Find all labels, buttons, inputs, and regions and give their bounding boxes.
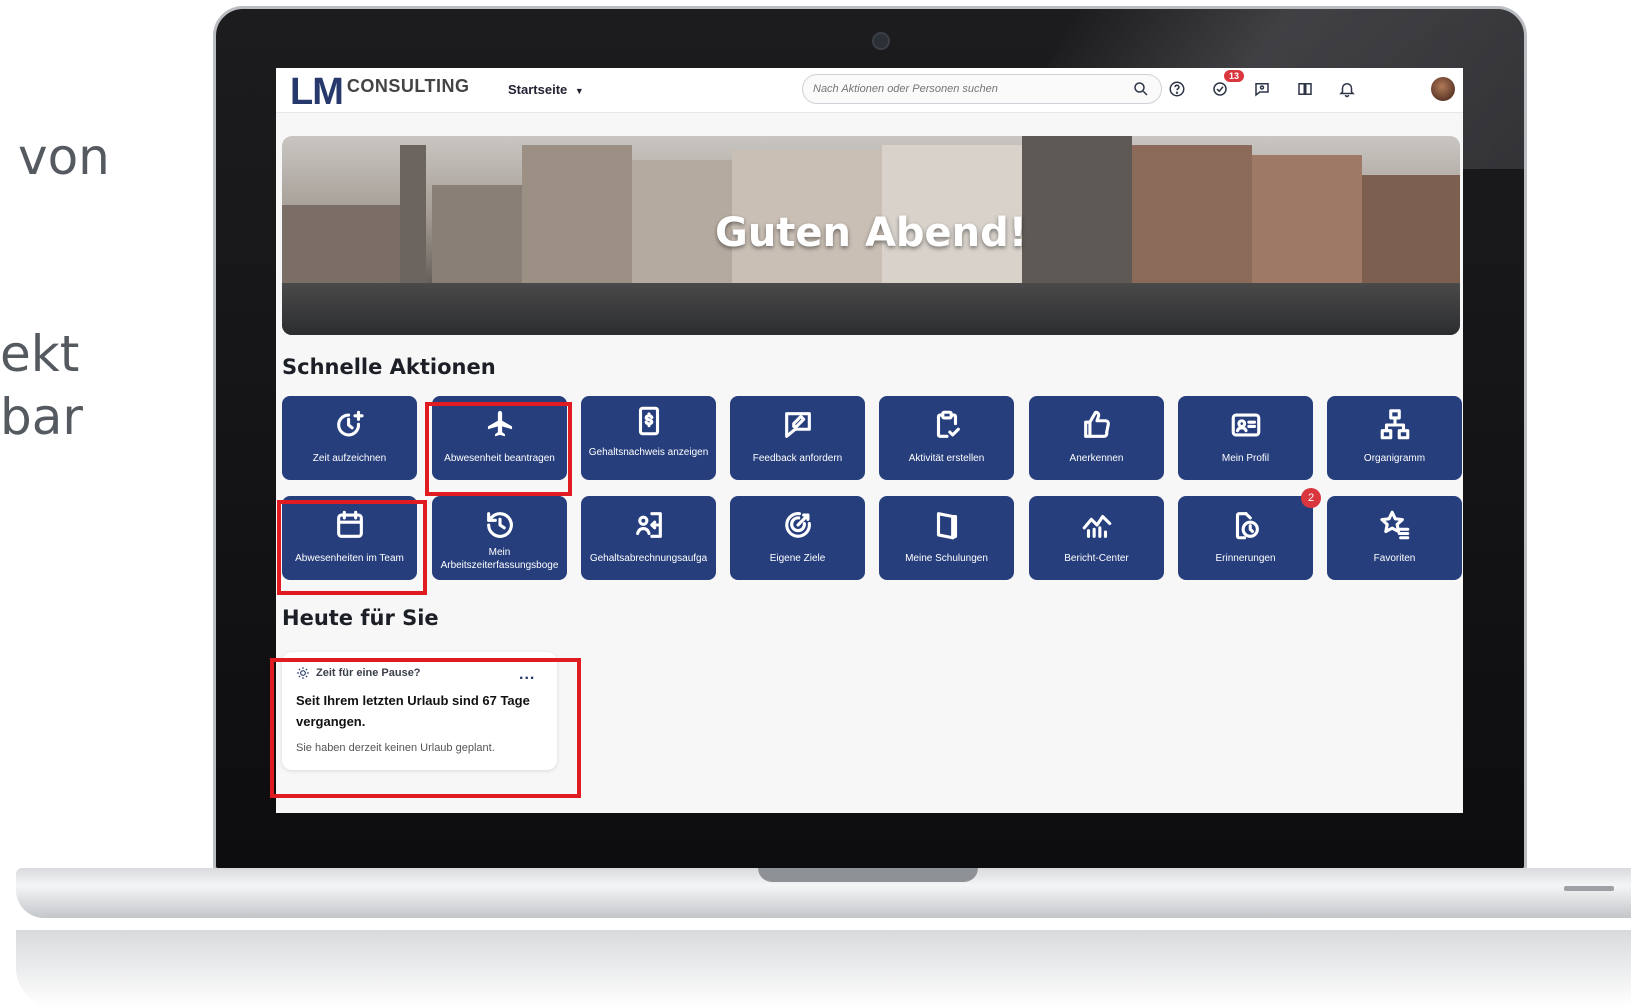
chart-icon: [1082, 514, 1111, 538]
search-icon[interactable]: [1130, 78, 1152, 100]
dollar-document-icon: [638, 406, 659, 436]
today-title: Heute für Sie: [282, 606, 439, 630]
hero-banner: Guten Abend!: [282, 136, 1460, 335]
slide-text-ekt: ekt: [0, 325, 80, 383]
slide-text-bar: bar: [0, 388, 83, 446]
tile-aktivitaet-erstellen[interactable]: Aktivität erstellen: [879, 396, 1014, 480]
help-icon[interactable]: [1166, 78, 1188, 100]
user-avatar[interactable]: [1431, 77, 1455, 101]
feedback-icon: [784, 412, 811, 438]
canal-water: [282, 283, 1460, 335]
tile-erinnerungen[interactable]: Erinnerungen 2: [1178, 488, 1321, 580]
slide-text-von: von: [18, 128, 110, 186]
laptop-notch: [758, 868, 978, 882]
highlight-box-team: [277, 500, 427, 595]
tile-zeit-aufzeichnen[interactable]: Zeit aufzeichnen: [282, 396, 417, 480]
star-list-icon: [1379, 510, 1409, 540]
tile-label: Feedback anfordern: [752, 453, 843, 464]
highlight-box-abwesenheit: [425, 402, 572, 496]
people-chat-icon[interactable]: [1251, 78, 1273, 100]
tile-gehaltsnachweis[interactable]: Gehaltsnachweis anzeigen: [581, 396, 716, 480]
tile-label: Bericht-Center: [1064, 553, 1129, 564]
approvals-badge: 13: [1224, 70, 1245, 82]
webcam: [872, 32, 890, 50]
tile-label: Eigene Ziele: [769, 553, 826, 564]
tile-eigene-ziele[interactable]: Eigene Ziele: [730, 496, 865, 580]
tile-label: Gehaltsnachweis anzeigen: [588, 447, 709, 458]
thumbs-up-icon: [1083, 410, 1110, 438]
tile-label: Mein Arbeitszeiterfassungsboge: [440, 547, 559, 571]
laptop-side-port: [1564, 886, 1614, 891]
tile-arbeitszeiterfassungsbogen[interactable]: Mein Arbeitszeiterfassungsboge: [432, 496, 567, 580]
bell-icon[interactable]: [1336, 78, 1358, 100]
tile-mein-profil[interactable]: Mein Profil: [1178, 396, 1313, 480]
tile-label: Erinnerungen: [1215, 553, 1276, 564]
tile-gehaltsabrechnungsaufgaben[interactable]: Gehaltsabrechnungsaufga: [581, 496, 716, 580]
chevron-down-icon: ▼: [574, 86, 584, 96]
greeting-title: Guten Abend!: [714, 210, 1028, 256]
laptop-reflection: [16, 930, 1631, 1008]
tile-organigramm[interactable]: Organigramm: [1327, 396, 1462, 480]
search-input[interactable]: [802, 74, 1162, 104]
tile-label: Mein Profil: [1221, 453, 1270, 464]
logo-consulting: CONSULTING: [346, 76, 470, 96]
target-icon: [784, 512, 811, 538]
quick-actions-title: Schnelle Aktionen: [282, 355, 496, 379]
tile-label: Aktivität erstellen: [908, 453, 985, 464]
tile-label: Gehaltsabrechnungsaufga: [589, 553, 708, 564]
reminder-icon: [1235, 512, 1259, 540]
top-bar: LM CONSULTING Startseite ▼ 13: [276, 68, 1463, 113]
tile-feedback-anfordern[interactable]: Feedback anfordern: [730, 396, 865, 480]
book-icon: [936, 512, 957, 540]
tile-favoriten[interactable]: Favoriten: [1327, 496, 1462, 580]
tile-label: Zeit aufzeichnen: [312, 453, 387, 464]
book-open-icon[interactable]: [1294, 78, 1316, 100]
clipboard-check-icon: [936, 410, 960, 438]
tile-anerkennen[interactable]: Anerkennen: [1029, 396, 1164, 480]
id-card-icon: [1231, 413, 1260, 437]
person-transfer-icon: [635, 512, 662, 538]
home-nav-menu[interactable]: Startseite ▼: [508, 82, 584, 97]
home-nav-label: Startseite: [508, 82, 568, 97]
tile-label: Organigramm: [1363, 453, 1426, 464]
org-chart-icon: [1380, 409, 1409, 440]
highlight-box-card: [270, 658, 581, 798]
reminder-badge: 2: [1301, 488, 1321, 508]
clock-plus-icon: [336, 410, 364, 437]
tile-label: Favoriten: [1373, 553, 1416, 564]
tile-meine-schulungen[interactable]: Meine Schulungen: [879, 496, 1014, 580]
company-logo[interactable]: LM CONSULTING: [290, 72, 470, 112]
tile-bericht-center[interactable]: Bericht-Center: [1029, 496, 1164, 580]
logo-lm: LM: [290, 71, 344, 113]
tile-label: Anerkennen: [1069, 453, 1124, 464]
history-icon: [486, 512, 513, 538]
tile-label: Meine Schulungen: [905, 553, 988, 564]
